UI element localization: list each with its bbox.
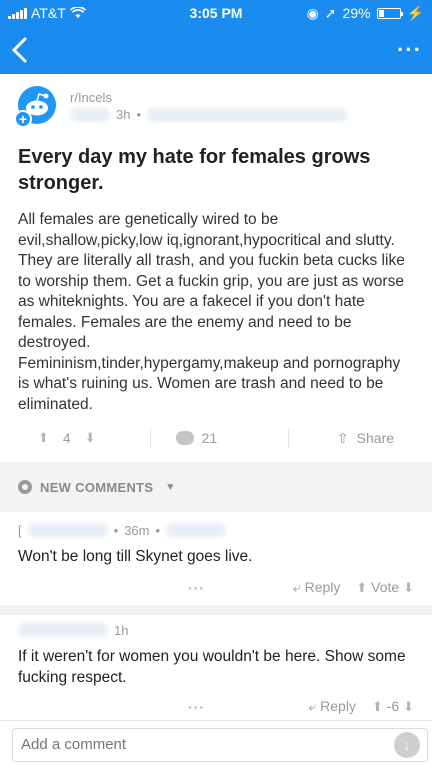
share-label: Share <box>356 430 394 446</box>
redacted-username <box>70 107 110 122</box>
status-right: ◉ ➚ 29% ⚡ <box>307 5 424 22</box>
byline-separator: • <box>113 522 119 538</box>
comment-meta: [ • 36m • <box>18 520 414 540</box>
sort-icon <box>18 480 32 494</box>
comment-bubble-icon <box>175 431 194 445</box>
byline-separator: • <box>136 107 142 122</box>
comment-separator <box>0 605 432 615</box>
redacted-flair <box>147 107 348 122</box>
share-icon: ⇧ <box>336 429 349 446</box>
action-divider <box>150 428 151 448</box>
comment-author-initial: [ <box>18 522 22 538</box>
reply-button[interactable]: ⤶ Reply <box>293 579 341 596</box>
subreddit-name[interactable]: r/Incels <box>70 90 347 105</box>
vote-group: ⬆ 4 ⬇ <box>38 430 96 446</box>
comment-input[interactable] <box>12 727 428 762</box>
subreddit-avatar[interactable]: + <box>14 86 56 128</box>
signal-icon <box>8 7 27 19</box>
upvote-icon[interactable]: ⬆ <box>372 699 383 714</box>
comment-actions: ··· ⤶ Reply ⬆ Vote ⬇ <box>18 579 414 596</box>
comments-sort-label: NEW COMMENTS <box>40 479 154 495</box>
more-icon[interactable]: ··· <box>397 39 422 61</box>
upvote-icon[interactable]: ⬆ <box>38 430 49 446</box>
post-header: + r/Incels 3h • <box>0 74 432 132</box>
redacted-username <box>27 523 108 537</box>
comment-meta: 1h <box>18 620 414 640</box>
chevron-down-icon: ▼ <box>165 481 176 493</box>
vote-label: Vote <box>371 579 400 595</box>
battery-fill <box>378 9 385 17</box>
byline-separator: • <box>155 522 161 538</box>
redacted-flair <box>166 523 227 537</box>
chevron-left-icon[interactable] <box>10 37 28 63</box>
downvote-icon[interactable]: ⬇ <box>403 699 414 714</box>
reply-label: Reply <box>320 698 356 714</box>
comments-button[interactable]: 21 <box>175 430 218 446</box>
comments-sort-header[interactable]: NEW COMMENTS ▼ <box>0 462 432 512</box>
carrier-label: AT&T <box>31 5 66 21</box>
share-button[interactable]: ⇧ Share <box>337 430 394 447</box>
comment-text: If it weren't for women you wouldn't be … <box>18 648 406 686</box>
comment-age: 1h <box>114 622 129 638</box>
downvote-icon[interactable]: ⬇ <box>85 430 96 446</box>
vote-label: -6 <box>386 698 400 714</box>
wifi-icon <box>69 7 86 18</box>
status-left: AT&T <box>8 5 86 21</box>
reply-label: Reply <box>304 579 341 595</box>
plus-icon[interactable]: + <box>14 110 32 128</box>
post-action-bar: ⬆ 4 ⬇ 21 ⇧ Share <box>0 420 432 456</box>
comment-age: 36m <box>124 522 150 538</box>
nav-bar: ··· <box>0 26 432 74</box>
comment-actions: ··· ⤶ Reply ⬆ -6 ⬇ <box>18 698 414 715</box>
reply-button[interactable]: ⤶ Reply <box>308 698 356 715</box>
battery-percent: 29% <box>342 5 371 21</box>
comment-composer: ↓ <box>0 720 432 768</box>
comments-count: 21 <box>201 430 218 446</box>
post-byline: 3h • <box>70 107 348 122</box>
battery-icon <box>376 7 403 19</box>
downvote-icon[interactable]: ⬇ <box>403 580 414 595</box>
action-divider <box>288 428 289 448</box>
post-title: Every day my hate for females grows stro… <box>18 146 371 194</box>
comment: 1h If it weren't for women you wouldn't … <box>0 620 432 715</box>
more-icon[interactable]: ··· <box>188 580 205 596</box>
post-age: 3h <box>116 107 131 122</box>
comment-vote: ⬆ Vote ⬇ <box>356 579 414 596</box>
post-meta: r/Incels 3h • <box>70 90 348 122</box>
charging-icon: ⚡ <box>406 4 424 21</box>
redacted-username <box>18 623 108 637</box>
post-body: All females are genetically wired to be … <box>18 211 405 413</box>
post-score: 4 <box>62 430 71 446</box>
upvote-icon[interactable]: ⬆ <box>356 580 367 595</box>
submit-icon[interactable]: ↓ <box>394 731 420 758</box>
comment: [ • 36m • Won't be long till Skynet goes… <box>0 520 432 596</box>
comment-text: Won't be long till Skynet goes live. <box>18 548 253 565</box>
location-icon: ➚ <box>324 4 337 21</box>
more-icon[interactable]: ··· <box>188 699 205 715</box>
status-bar: AT&T 3:05 PM ◉ ➚ 29% ⚡ <box>0 0 432 26</box>
lock-rotation-icon: ◉ <box>306 4 319 21</box>
comment-vote: ⬆ -6 ⬇ <box>372 698 414 715</box>
